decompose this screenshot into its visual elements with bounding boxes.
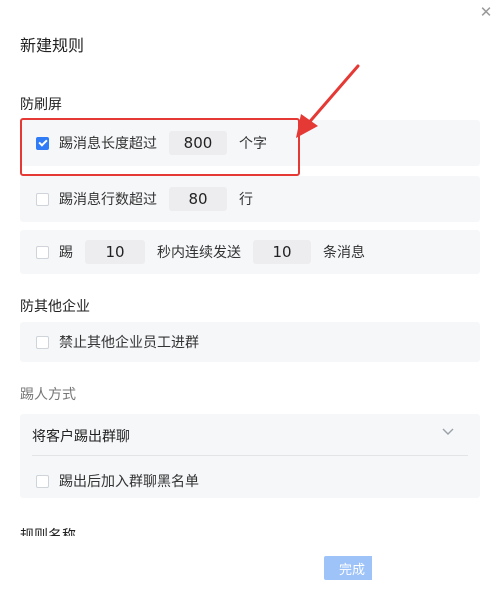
rule-block-other-company-checkbox[interactable]	[36, 335, 49, 349]
burst-seconds-input[interactable]: 10	[85, 240, 145, 264]
dialog-footer	[0, 536, 500, 600]
rule-message-length-suffix: 个字	[239, 136, 267, 152]
chevron-down-icon[interactable]	[441, 424, 455, 438]
kick-method-divider	[32, 455, 468, 456]
rule-message-burst-prefix: 踢	[59, 245, 73, 261]
kick-method-panel: 将客户踢出群聊 踢出后加入群聊黑名单	[20, 414, 480, 498]
rule-block-other-company-label: 禁止其他企业员工进群	[59, 335, 199, 351]
section-kick-method-heading: 踢人方式	[20, 387, 76, 403]
message-length-input[interactable]: 800	[169, 131, 227, 155]
rule-message-lines-prefix: 踢消息行数超过	[59, 192, 157, 208]
message-lines-input[interactable]: 80	[169, 187, 227, 211]
section-anti-other-company-heading: 防其他企业	[20, 299, 90, 315]
dialog-title: 新建规则	[20, 36, 85, 55]
kick-method-select[interactable]: 将客户踢出群聊	[32, 426, 130, 446]
rule-message-burst-suffix: 条消息	[323, 245, 365, 261]
rule-message-length-checkbox[interactable]	[36, 136, 49, 150]
rule-blacklist: 踢出后加入群聊黑名单	[36, 471, 199, 491]
rule-message-lines-suffix: 行	[239, 192, 253, 208]
rule-message-burst-middle: 秒内连续发送	[157, 245, 241, 261]
rule-message-length: 踢消息长度超过 800 个字	[20, 120, 480, 166]
burst-count-input[interactable]: 10	[253, 240, 311, 264]
rule-blacklist-checkbox[interactable]	[36, 474, 49, 488]
section-rule-name-heading: 规则名称	[20, 528, 76, 536]
rule-blacklist-label: 踢出后加入群聊黑名单	[59, 474, 199, 490]
done-button[interactable]: 完成	[324, 556, 372, 580]
rule-message-burst: 踢 10 秒内连续发送 10 条消息	[20, 230, 480, 274]
rule-message-burst-checkbox[interactable]	[36, 245, 49, 259]
rule-message-lines: 踢消息行数超过 80 行	[20, 176, 480, 222]
rule-message-length-prefix: 踢消息长度超过	[59, 136, 157, 152]
close-icon[interactable]: ✕	[478, 4, 494, 20]
section-anti-spam-heading: 防刷屏	[20, 97, 62, 113]
rule-block-other-company: 禁止其他企业员工进群	[20, 322, 480, 362]
rule-message-lines-checkbox[interactable]	[36, 192, 49, 206]
